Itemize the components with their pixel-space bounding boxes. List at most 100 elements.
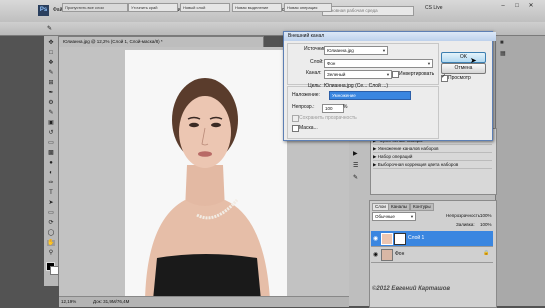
eraser-tool-icon[interactable]: ▭ — [47, 140, 55, 146]
apply-image-dialog: Внешний канал Источник: Юлианна.jpg ▼ Сло… — [283, 31, 496, 141]
layer-name: Слой 1 — [408, 235, 425, 241]
hand-tool-icon[interactable]: ✋ — [47, 240, 55, 246]
mask-checkbox[interactable] — [292, 125, 299, 132]
status-bar: 12,19% Док: 31,9M/76,4M — [59, 296, 349, 307]
history-brush-icon[interactable]: ↺ — [47, 130, 55, 136]
document-canvas[interactable] — [125, 50, 287, 300]
new-layer-field[interactable]: Новый слой — [180, 3, 230, 12]
cs-live-button[interactable]: CS Live — [425, 5, 443, 11]
brush-panel-icon[interactable]: ✎ — [353, 174, 358, 181]
tab-paths[interactable]: Контуры — [410, 203, 434, 211]
color-panel-icon[interactable]: ■ — [500, 40, 504, 46]
mouse-cursor-icon: ➤ — [470, 56, 477, 65]
layer-select[interactable]: Фон ▼ — [324, 59, 433, 68]
action-item[interactable]: ▶ Выборочная коррекция цвета наборов — [373, 161, 492, 169]
watermark: ©2012 Евгений Карташов — [372, 286, 451, 292]
quick-select-tool-icon[interactable]: ✎ — [47, 70, 55, 76]
chevron-down-icon: ▼ — [386, 72, 390, 77]
brush-tool-icon[interactable]: ✎ — [47, 110, 55, 116]
marquee-tool-icon[interactable]: □ — [47, 50, 55, 56]
opacity-unit: % — [343, 104, 348, 110]
channel-label: Канал: — [306, 70, 322, 76]
layer-thumbnail — [381, 233, 393, 245]
eye-icon[interactable]: ◉ — [373, 251, 378, 258]
layer-mask-thumbnail[interactable] — [394, 233, 406, 245]
tools-panel: ✥ □ ❖ ✎ ⊞ ✒ ⚙ ✎ ▣ ↺ ▭ ▩ ● ◐ ✑ T ➤ ▭ ⟳ ◯ … — [44, 36, 59, 286]
stamp-tool-icon[interactable]: ▣ — [47, 120, 55, 126]
layer-thumbnail — [381, 249, 393, 261]
opacity-label: Непрозр.: — [292, 104, 315, 110]
eye-icon[interactable]: ◉ — [373, 235, 378, 242]
photoshop-logo-icon: Ps — [38, 5, 49, 16]
maximize-icon[interactable]: □ — [511, 2, 523, 10]
dialog-title: Внешний канал — [284, 32, 496, 41]
action-item[interactable]: ▶ Набор операций — [373, 153, 492, 161]
3d-rotate-tool-icon[interactable]: ⟳ — [47, 220, 55, 226]
chevron-down-icon: ▼ — [427, 61, 431, 66]
layer-row[interactable]: ◉ Слой 1 — [371, 231, 493, 247]
actions-panel-icon[interactable]: ▶ — [353, 150, 358, 157]
document-tab[interactable]: Юлианна.jpg @ 12,2% (Слой 1, Слой-маска/… — [58, 36, 264, 47]
gradient-tool-icon[interactable]: ▩ — [47, 150, 55, 156]
checkmark-icon: ✓ — [441, 74, 447, 80]
refine-edge-field[interactable]: Уточнить край — [128, 3, 178, 12]
lasso-tool-icon[interactable]: ❖ — [47, 60, 55, 66]
channel-select[interactable]: Зеленый ▼ — [324, 70, 392, 79]
target-label: Цель: — [308, 83, 322, 89]
preserve-transparency-label: Сохранить прозрачность — [299, 115, 357, 121]
layer-name: Фон — [395, 251, 405, 257]
mask-label: Маска... — [299, 125, 318, 131]
chevron-down-icon: ▼ — [382, 48, 386, 53]
mini-panel-icons: ▶ ☰ ✎ — [351, 150, 365, 190]
layer-blend-mode-select[interactable]: Обычные ▼ — [372, 212, 416, 221]
fill-label: Заливка: — [456, 222, 475, 227]
invert-checkbox[interactable] — [392, 71, 399, 78]
layer-row[interactable]: ◉ Фон 🔒 — [371, 247, 493, 263]
blending-label: Наложение: — [292, 92, 320, 98]
chevron-down-icon: ▼ — [410, 214, 414, 219]
layer-label: Слой: — [310, 59, 324, 65]
background-color-swatch[interactable] — [50, 266, 59, 275]
portrait-image — [145, 78, 270, 300]
type-tool-icon[interactable]: T — [47, 190, 55, 196]
history-panel-icon[interactable]: ☰ — [353, 162, 358, 169]
healing-tool-icon[interactable]: ⚙ — [47, 100, 55, 106]
3d-orbit-tool-icon[interactable]: ◯ — [47, 230, 55, 236]
move-tool-icon[interactable]: ✥ — [47, 40, 55, 46]
icon-dock: ■ ▦ — [495, 36, 545, 306]
eyedropper-tool-icon[interactable]: ✒ — [47, 90, 55, 96]
brush-tool-icon[interactable]: ✎ — [47, 25, 52, 32]
action-item[interactable]: ▶ Умножение каналов наборов — [373, 145, 492, 153]
pen-tool-icon[interactable]: ✑ — [47, 180, 55, 186]
zoom-tool-icon[interactable]: ⚲ — [47, 250, 55, 256]
opacity-label: Непрозрачность: — [446, 213, 482, 218]
source-select[interactable]: Юлианна.jpg ▼ — [324, 46, 388, 55]
dodge-tool-icon[interactable]: ◐ — [47, 170, 55, 176]
fill-value[interactable]: 100% — [480, 222, 492, 227]
lock-icon: 🔒 — [483, 250, 490, 256]
new-selection-field[interactable]: Новая выделение — [232, 3, 282, 12]
blending-select[interactable]: Умножение — [329, 91, 411, 100]
invert-label: Инвертировать — [399, 71, 435, 77]
tab-channels[interactable]: Каналы — [388, 203, 410, 211]
tab-layers[interactable]: Слои — [372, 203, 389, 211]
target-value: Юлианна.jpg (Се... Слой ...) — [324, 83, 389, 89]
ok-button[interactable]: OK — [441, 52, 486, 63]
swatches-panel-icon[interactable]: ▦ — [500, 50, 506, 57]
zoom-level[interactable]: 12,19% — [61, 297, 76, 307]
preview-label: Просмотр — [448, 75, 471, 81]
cancel-button[interactable]: Отмена — [441, 63, 486, 74]
crop-tool-icon[interactable]: ⊞ — [47, 80, 55, 86]
new-operation-field[interactable]: Новая операция — [284, 3, 332, 12]
opacity-value[interactable]: 100% — [480, 213, 492, 218]
path-select-tool-icon[interactable]: ➤ — [47, 200, 55, 206]
workspace-selector[interactable]: Основная рабочая среда — [322, 6, 414, 16]
minimize-icon[interactable]: – — [497, 2, 509, 10]
sample-all-layers-field[interactable]: Пропустить все слои — [62, 3, 128, 12]
preserve-transparency-checkbox[interactable] — [292, 115, 299, 122]
document-size: Док: 31,9M/76,4M — [93, 299, 130, 304]
blur-tool-icon[interactable]: ● — [47, 160, 55, 166]
opacity-input[interactable]: 100 — [322, 104, 344, 113]
shape-tool-icon[interactable]: ▭ — [47, 210, 55, 216]
close-icon[interactable]: ✕ — [525, 2, 537, 10]
